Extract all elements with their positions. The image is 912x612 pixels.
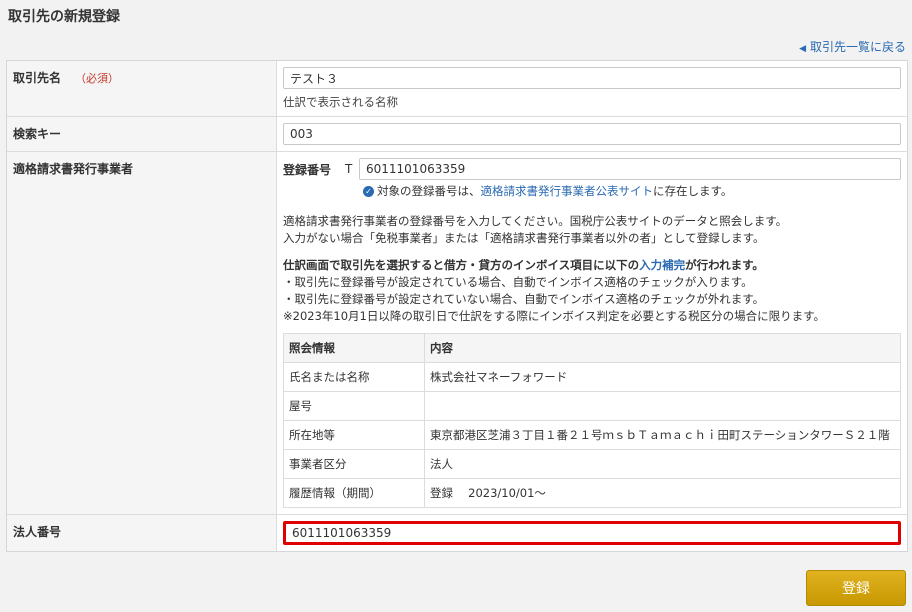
reg-number-input[interactable] [359,158,901,180]
reg-prefix: T [345,162,353,176]
col-header-info: 照会情報 [283,333,425,363]
page-title: 取引先の新規登録 [8,9,120,25]
row-invoice: 適格請求書発行事業者 登録番号 T ✓対象の登録番号は、適格請求書発行事業者公表… [7,152,907,515]
desc-line-1: 適格請求書発行事業者の登録番号を入力してください。国税庁公表サイトのデータと照会… [283,214,788,228]
registration-form: 取引先名 （必須） 仕訳で表示される名称 検索キー 適格請求書発行事業者 登録番号… [6,60,908,552]
row-search-key: 検索キー [7,117,907,152]
name-label-text: 取引先名 [13,71,62,85]
lookup-info-table: 照会情報 内容 氏名または名称 株式会社マネーフォワード 屋号 所在地等 東京都港区… [283,333,901,508]
bullet-2: ・取引先に登録番号が設定されていない場合、自動でインボイス適格のチェックが外れま… [283,292,765,306]
desc-line-2: 入力がない場合「免税事業者」または「適格請求書発行事業者以外の者」として登録しま… [283,231,765,245]
caret-left-icon: ◀ [799,44,806,54]
bullet-1: ・取引先に登録番号が設定されている場合、自動でインボイス適格のチェックが入ります… [283,275,753,289]
search-key-label: 検索キー [7,117,277,151]
cell-key: 事業者区分 [283,449,425,479]
cell-key: 所在地等 [283,420,425,450]
autofill-link[interactable]: 入力補完 [639,258,685,272]
check-post: に存在します。 [653,184,733,198]
table-row: 事業者区分 法人 [283,449,901,479]
corp-number-label: 法人番号 [7,515,277,551]
cell-key: 氏名または名称 [283,362,425,392]
name-note: 仕訳で表示される名称 [283,95,398,109]
cell-value: 東京都港区芝浦３丁目１番２１号ｍｓｂＴａｍａｃｈｉ田町ステーションタワーＳ２１階 [424,420,901,450]
row-name: 取引先名 （必須） 仕訳で表示される名称 [7,61,907,117]
table-header-row: 照会情報 内容 [283,333,901,363]
row-corp-number: 法人番号 [7,515,907,551]
submit-button[interactable]: 登録 [806,570,906,606]
public-site-link[interactable]: 適格請求書発行事業者公表サイト [481,184,654,198]
autofill-description: 仕訳画面で取引先を選択すると借方・貸方のインボイス項目に以下の入力補完が行われま… [283,257,901,325]
invoice-description: 適格請求書発行事業者の登録番号を入力してください。国税庁公表サイトのデータと照会… [283,213,901,247]
required-badge: （必須） [75,72,120,85]
check-pre: 対象の登録番号は、 [377,184,481,198]
name-input[interactable] [283,67,901,89]
cell-value [424,391,901,421]
col-header-content: 内容 [424,333,901,363]
reg-number-label: 登録番号 [283,162,332,177]
footnote: ※2023年10月1日以降の取引日で仕訳をする際にインボイス判定を必要とする税区… [283,309,826,323]
back-link-label: 取引先一覧に戻る [809,40,906,54]
table-row: 屋号 [283,391,901,421]
check-circle-icon: ✓ [363,186,374,197]
bold-post: が行われます。 [685,258,764,272]
invoice-label: 適格請求書発行事業者 [7,152,277,514]
corp-number-input[interactable] [283,521,901,545]
back-to-list-link[interactable]: ◀ 取引先一覧に戻る [799,38,906,55]
table-row: 所在地等 東京都港区芝浦３丁目１番２１号ｍｓｂＴａｍａｃｈｉ田町ステーションタワー… [283,420,901,450]
table-row: 履歴情報（期間） 登録 2023/10/01〜 [283,478,901,508]
cell-key: 履歴情報（期間） [283,478,425,508]
search-key-input[interactable] [283,123,901,145]
name-label: 取引先名 （必須） [7,61,277,116]
cell-value: 株式会社マネーフォワード [424,362,901,392]
table-row: 氏名または名称 株式会社マネーフォワード [283,362,901,392]
bold-pre: 仕訳画面で取引先を選択すると借方・貸方のインボイス項目に以下の [283,258,640,272]
cell-key: 屋号 [283,391,425,421]
cell-value: 法人 [424,449,901,479]
verification-message: ✓ 対象の登録番号は、適格請求書発行事業者公表サイトに存在します。 [363,183,901,199]
cell-value: 登録 2023/10/01〜 [424,478,901,508]
